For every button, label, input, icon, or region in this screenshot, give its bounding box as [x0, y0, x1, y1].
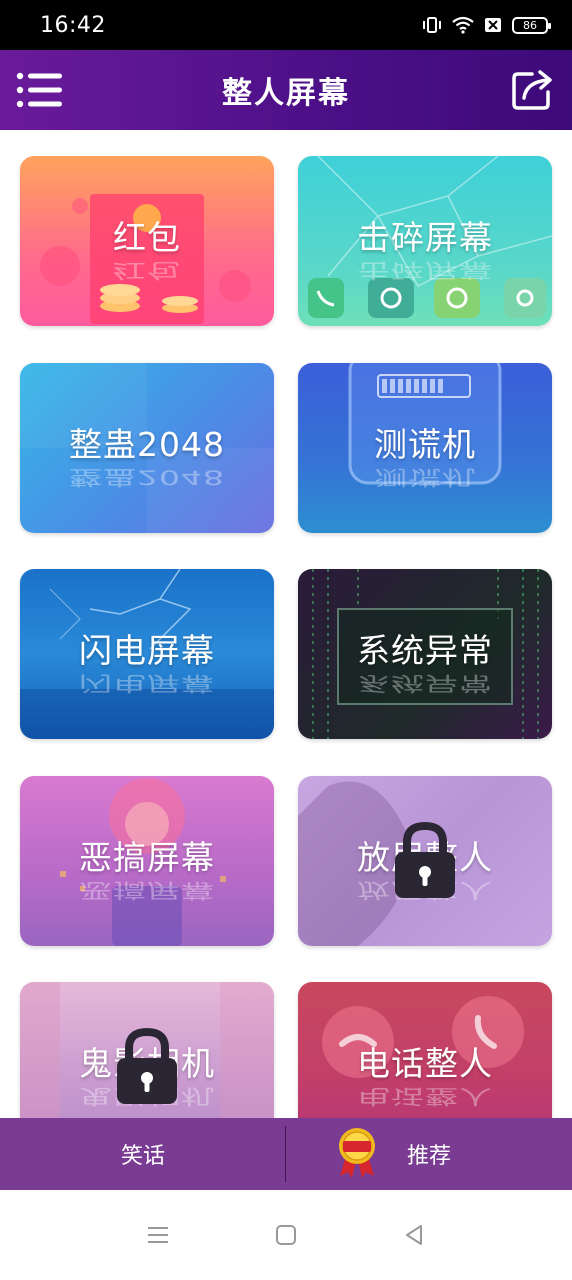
- tile-ghost-camera[interactable]: 鬼影相机鬼影相机: [20, 982, 274, 1118]
- tile-label-reflection: 击碎屏幕: [357, 258, 493, 283]
- tile-red-packet[interactable]: 红包 红包: [20, 156, 274, 326]
- tile-shatter-screen[interactable]: 击碎屏幕 击碎屏幕: [298, 156, 552, 326]
- app-bar: 整人屏幕: [0, 50, 572, 130]
- vibrate-icon: [423, 17, 441, 33]
- tile-system-error[interactable]: 系统异常 系统异常: [298, 569, 552, 739]
- tile-label: 击碎屏幕: [357, 218, 493, 257]
- tile-label: 整蛊2048: [69, 425, 225, 464]
- tab-recommend[interactable]: 推荐: [286, 1118, 572, 1190]
- tile-label: 闪电屏幕: [79, 631, 215, 670]
- tile-label-reflection: 红包: [113, 258, 181, 283]
- battery-level: 86: [523, 18, 537, 32]
- home-square-icon[interactable]: [272, 1221, 300, 1249]
- tile-lie-detector[interactable]: 测谎机 测谎机: [298, 363, 552, 533]
- bottom-tab-bar: 笑话 推荐: [0, 1118, 572, 1190]
- tile-lightning-screen[interactable]: 闪电屏幕 闪电屏幕: [20, 569, 274, 739]
- tab-jokes[interactable]: 笑话: [0, 1118, 286, 1190]
- back-triangle-icon[interactable]: [400, 1221, 428, 1249]
- tile-label-reflection: 恶搞屏幕: [79, 878, 215, 903]
- no-sim-icon: [485, 18, 501, 32]
- status-bar: 16:42 86: [0, 0, 572, 50]
- tab-divider: [285, 1126, 286, 1182]
- page-title: 整人屏幕: [222, 76, 350, 111]
- tab-label: 笑话: [120, 1144, 165, 1169]
- share-icon[interactable]: [510, 68, 554, 112]
- tile-phone-prank[interactable]: 电话整人 电话整人: [298, 982, 552, 1118]
- tile-spoof-screen[interactable]: 恶搞屏幕 恶搞屏幕: [20, 776, 274, 946]
- tile-label-reflection: 整蛊2048: [69, 465, 225, 490]
- battery-icon: 86: [512, 16, 551, 34]
- tile-label: 红包: [113, 218, 181, 257]
- lock-icon: [117, 1027, 177, 1104]
- tile-prank-2048[interactable]: 整蛊2048 整蛊2048: [20, 363, 274, 533]
- tile-fart-prank[interactable]: 放屁整人放屁整人: [298, 776, 552, 946]
- tile-label: 系统异常: [357, 631, 493, 670]
- system-nav-bar: [0, 1190, 572, 1280]
- tile-label-reflection: 测谎机: [374, 465, 476, 490]
- medal-badge-icon: [339, 1128, 375, 1178]
- menu-icon[interactable]: [16, 72, 64, 108]
- prank-grid: 红包 红包 击碎屏幕 击碎屏幕 整蛊2048 整蛊2048 测谎机 测谎机 闪电…: [0, 130, 572, 1118]
- tile-label-reflection: 电话整人: [357, 1084, 493, 1109]
- wifi-icon: [452, 16, 474, 34]
- status-icons: 86: [422, 16, 551, 34]
- tile-label: 测谎机: [374, 425, 476, 464]
- tab-label: 推荐: [406, 1144, 451, 1169]
- tile-label-reflection: 闪电屏幕: [79, 671, 215, 696]
- tile-label-reflection: 系统异常: [357, 671, 493, 696]
- menu-lines-icon[interactable]: [144, 1221, 172, 1249]
- tile-label: 电话整人: [357, 1044, 493, 1083]
- status-time: 16:42: [40, 12, 106, 38]
- lock-icon: [395, 821, 455, 898]
- tile-label: 恶搞屏幕: [79, 838, 215, 877]
